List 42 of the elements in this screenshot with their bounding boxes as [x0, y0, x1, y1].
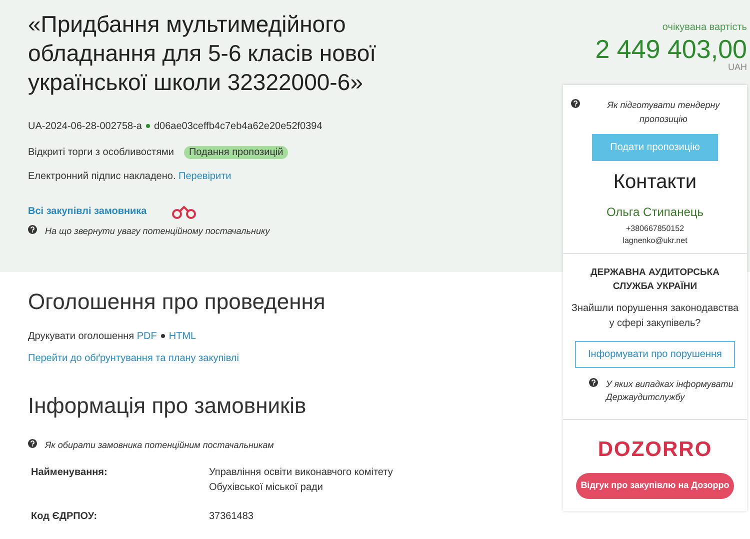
tender-title: «Придбання мультимедійного обладнання для 5-6 класів нової української школи 32322000-6»: [28, 10, 378, 97]
all-purchases-link[interactable]: Всі закупівлі замовника: [28, 204, 147, 219]
audit-question: Знайшли порушення законодавства у сфері закупівель?: [571, 302, 739, 330]
phone-number: +380667850152: [624, 223, 686, 235]
email: lagnenko@ukr.net: [622, 235, 688, 247]
review-button[interactable]: Відгук про закупівлю на Дозорро: [576, 473, 734, 499]
separator-dot: [160, 334, 165, 338]
verify-link[interactable]: Перевірити: [178, 171, 232, 182]
hint-link[interactable]: Як обирати замовника потенційним постачальникам: [45, 439, 274, 453]
help-icon: [589, 378, 598, 386]
tender-hash: d06ae03ceffb4c7eb4a62e20e52f0394: [154, 121, 322, 132]
value-label: очікувана вартість: [661, 21, 747, 35]
field-label: Найменування:: [31, 466, 108, 480]
help-icon: [28, 439, 37, 448]
field-value: 37361483: [209, 510, 254, 524]
tender-id: UA-2024-06-28-002758-a: [28, 121, 142, 132]
help-icon: [571, 99, 580, 108]
status-dot: [146, 124, 150, 128]
status-badge: Подання пропозицій: [184, 146, 288, 159]
report-button[interactable]: Інформувати про порушення: [575, 340, 735, 368]
hint-link[interactable]: На що звернути увагу потенційному постачальнику: [45, 225, 270, 238]
field-value: Управління освіти виконавчого комітету Обухівської міської ради: [209, 466, 394, 495]
dozorro-logo: DOZORRO: [596, 436, 714, 462]
hint-link[interactable]: Як підготувати тендерну пропозицію: [588, 99, 739, 126]
currency: UAH: [726, 63, 747, 72]
binoculars-icon[interactable]: [170, 204, 197, 218]
section-heading: Інформація про замовників: [28, 392, 308, 420]
field-label: Код ЄДРПОУ:: [31, 510, 98, 524]
section-heading: Оголошення про проведення: [28, 288, 326, 315]
hint-link[interactable]: У яких випадках інформувати Держаудитслужбу: [606, 378, 739, 404]
submit-button[interactable]: Подати пропозицію: [592, 134, 718, 161]
signature-text: Електронний підпис накладено.: [28, 171, 176, 182]
contacts-title: Контакти: [612, 170, 698, 195]
contact-name: Ольга Стипанець: [605, 204, 705, 221]
plan-link[interactable]: Перейти до обґрунтування та плану закупівлі: [28, 350, 239, 366]
expected-value: 2 449 403,00: [594, 35, 747, 63]
print-link[interactable]: HTML: [168, 330, 196, 342]
procedure-type: Відкриті торги з особливостями: [28, 147, 174, 158]
audit-title: ДЕРЖАВНА АУДИТОРСЬКА СЛУЖБА УКРАЇНИ: [590, 266, 720, 294]
print-link[interactable]: PDF: [136, 330, 157, 342]
help-icon: [28, 225, 37, 234]
print-label: Друкувати оголошення: [28, 330, 134, 342]
